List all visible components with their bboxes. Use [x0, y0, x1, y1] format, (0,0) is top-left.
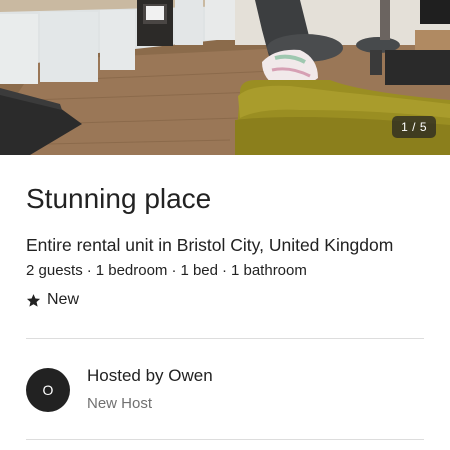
listing-photo-image	[0, 0, 450, 155]
detail-bedrooms: 1 bedroom	[95, 262, 168, 279]
host-info: Hosted by Owen New Host	[87, 365, 213, 413]
host-avatar[interactable]: O	[26, 368, 70, 412]
section-divider	[26, 439, 424, 440]
section-divider	[26, 338, 424, 339]
host-status: New Host	[87, 395, 153, 412]
star-icon	[26, 293, 41, 307]
new-listing-badge: New	[26, 289, 424, 311]
detail-beds: 1 bed	[180, 262, 218, 279]
listing-content: Stunning place Entire rental unit in Bri…	[26, 155, 424, 440]
listing-details: 2 guests · 1 bedroom · 1 bed · 1 bathroom	[26, 261, 424, 281]
host-name: Hosted by Owen	[87, 366, 213, 385]
photo-counter: 1 / 5	[392, 116, 436, 138]
listing-page: 1 / 5 Stunning place Entire rental unit …	[0, 0, 450, 450]
detail-separator: ·	[86, 262, 92, 279]
listing-photo[interactable]: 1 / 5	[0, 0, 450, 155]
detail-guests: 2 guests	[26, 262, 83, 279]
detail-separator: ·	[221, 262, 227, 279]
listing-title: Stunning place	[26, 183, 212, 214]
host-section[interactable]: O Hosted by Owen New Host	[26, 365, 424, 419]
detail-bathrooms: 1 bathroom	[230, 262, 307, 279]
detail-separator: ·	[171, 262, 177, 279]
badge-label: New	[47, 291, 80, 308]
listing-subtitle: Entire rental unit in Bristol City, Unit…	[26, 235, 394, 255]
